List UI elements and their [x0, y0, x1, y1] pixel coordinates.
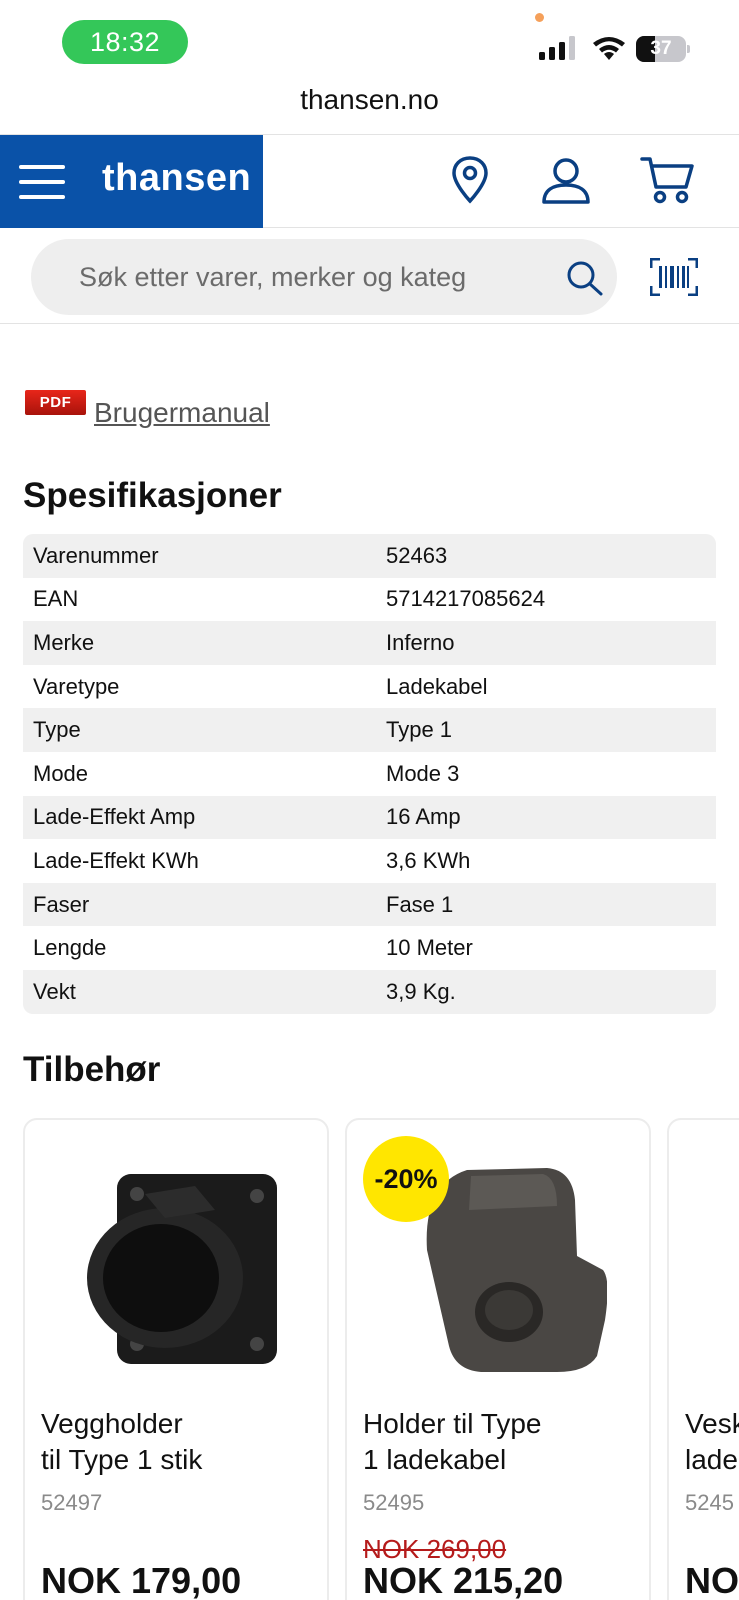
spec-row: Lade-Effekt Amp 16 Amp [33, 804, 461, 830]
account-icon[interactable] [541, 157, 591, 205]
pdf-icon: PDF [25, 390, 86, 415]
status-bar: 18:32 37 [0, 0, 739, 80]
battery-icon: 37 [636, 36, 690, 62]
search-row [0, 228, 739, 324]
spec-table: Varenummer 52463 EAN 5714217085624 Merke In… [23, 534, 716, 1014]
brand-logo[interactable]: thansen [102, 157, 251, 200]
search-box[interactable] [31, 239, 617, 315]
specs-title: Spesifikasjoner [23, 476, 282, 515]
product-price: NOK 179,00 [41, 1560, 242, 1600]
product-card[interactable]: Vesklade 5245 NOI [667, 1118, 739, 1600]
product-sku: 52497 [41, 1490, 103, 1515]
spec-row: Merke Inferno [33, 629, 455, 655]
product-sku: 52495 [363, 1490, 425, 1515]
battery-percent: 37 [650, 38, 672, 59]
product-price: NOK 215,20 [363, 1560, 564, 1600]
barcode-scanner-icon[interactable] [650, 258, 698, 296]
manual-link[interactable]: Brugermanual [88, 397, 270, 429]
spec-row: Vekt 3,9 Kg. [33, 978, 456, 1004]
store-location-icon[interactable] [450, 155, 490, 205]
site-header: thansen [0, 134, 739, 228]
brand-bar: thansen [0, 135, 263, 228]
spec-row: Faser Fase 1 [33, 891, 454, 917]
product-image-wall-holder[interactable] [75, 1160, 285, 1380]
wifi-icon [593, 37, 625, 60]
product-sku: 5245 [685, 1490, 734, 1515]
search-icon[interactable] [565, 259, 605, 299]
privacy-indicator-dot [535, 13, 544, 22]
spec-row: Mode Mode 3 [23, 751, 716, 796]
cart-icon[interactable] [640, 155, 696, 205]
accessories-title: Tilbehør [23, 1050, 161, 1089]
spec-row: Varenummer 52463 [33, 542, 448, 568]
status-time: 18:32 [62, 20, 188, 64]
spec-row: Lengde 10 Meter [23, 926, 716, 970]
spec-row: Lade-Effekt KWh 3,6 KWh [23, 839, 716, 883]
product-name[interactable]: Veggholder til Type 1 stik [41, 1406, 321, 1478]
spec-row: Type Type 1 [33, 717, 453, 743]
product-card[interactable]: -20% Holder til Type 1 ladekabel 52495 NO… [345, 1118, 651, 1600]
browser-url[interactable]: thansen.no [0, 84, 739, 116]
product-name[interactable]: Holder til Type 1 ladekabel [363, 1406, 643, 1478]
search-input[interactable] [79, 239, 539, 315]
product-price: NOI [685, 1560, 739, 1600]
spec-row: Varetype Ladekabel [23, 664, 716, 709]
spec-row: EAN 5714217085624 [23, 577, 716, 622]
menu-icon[interactable] [19, 165, 65, 199]
cellular-signal-icon [539, 36, 575, 60]
product-card[interactable]: Veggholder til Type 1 stik 52497 NOK 179,… [23, 1118, 329, 1600]
accessories-carousel[interactable]: Veggholder til Type 1 stik 52497 NOK 179,… [23, 1118, 739, 1600]
product-name[interactable]: Vesk lade [685, 1406, 739, 1478]
discount-badge: -20% [363, 1136, 449, 1222]
manual-download[interactable]: PDF Brugermanual [25, 390, 270, 429]
